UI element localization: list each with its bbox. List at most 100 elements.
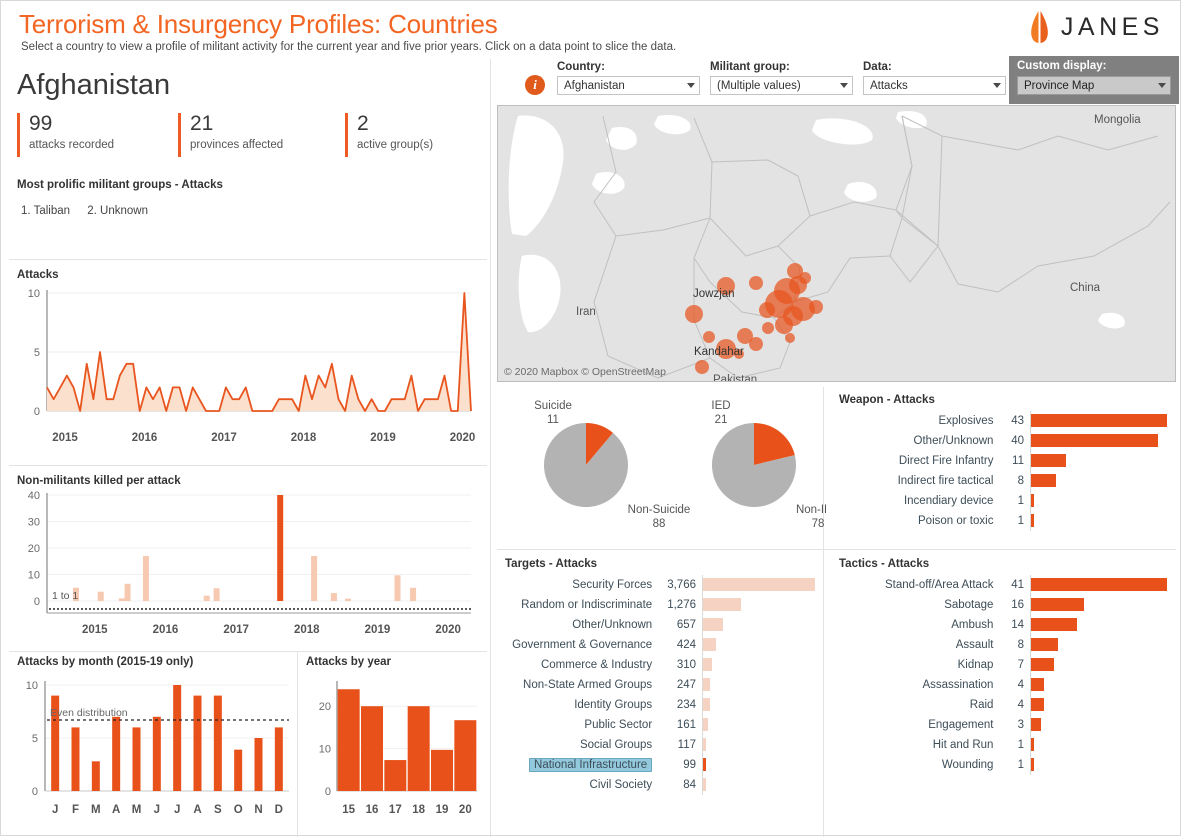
- y-tick-label: 0: [32, 786, 38, 798]
- bar-fill: [703, 758, 706, 771]
- x-tick-label: 2019: [365, 624, 391, 636]
- bar-row[interactable]: National Infrastructure 99: [499, 755, 821, 775]
- pie-slice-value: 78: [812, 518, 825, 530]
- bar-row[interactable]: Assault 8: [833, 635, 1173, 655]
- bar-fill: [703, 618, 723, 631]
- map-bubble: [685, 305, 703, 323]
- kpi-provinces-affected-value: 21: [190, 112, 214, 135]
- bar-label: Poison or toxic: [918, 515, 994, 527]
- bar: [112, 716, 121, 791]
- map-bubble: [762, 322, 774, 334]
- bar-row[interactable]: Engagement 3: [833, 715, 1173, 735]
- bar: [337, 689, 360, 791]
- attacks-by-month-chart[interactable]: 0510J F M A M J J A S O N DEven distribution: [7, 673, 293, 831]
- prolific-group-1[interactable]: 1. Taliban: [21, 205, 70, 217]
- pie-slice-value: 21: [715, 414, 728, 426]
- info-icon[interactable]: i: [525, 75, 545, 95]
- kpi-active-groups-label: active group(s): [357, 139, 434, 151]
- bar-fill: [703, 778, 706, 791]
- attacks-by-year-title: Attacks by year: [306, 656, 392, 668]
- militant-group-select[interactable]: (Multiple values): [710, 76, 853, 95]
- bar-row[interactable]: Indirect fire tactical 8: [833, 471, 1173, 491]
- bar: [394, 575, 401, 601]
- bar-track: [702, 655, 821, 675]
- map-bubble: [749, 337, 763, 351]
- bar-value: 43: [1011, 415, 1024, 427]
- bar-fill: [1031, 758, 1035, 771]
- bar-fill: [703, 698, 710, 711]
- country-select[interactable]: Afghanistan: [557, 76, 700, 95]
- bar-row[interactable]: Hit and Run 1: [833, 735, 1173, 755]
- bar-row[interactable]: Security Forces 3,766: [499, 575, 821, 595]
- map-label-mongolia: Mongolia: [1094, 114, 1141, 126]
- province-map[interactable]: © 2020 Mapbox © OpenStreetMap Mongolia Ch…: [497, 105, 1176, 382]
- reference-line-label: Even distribution: [50, 707, 128, 719]
- bar-label: Social Groups: [579, 739, 653, 751]
- bar-label: Commerce & Industry: [540, 659, 653, 671]
- bar: [213, 588, 220, 601]
- bar-row[interactable]: Incendiary device 1: [833, 491, 1173, 511]
- map-label-china: China: [1070, 282, 1101, 294]
- attacks-monthly-chart[interactable]: 0 5 10 2015 2016 2017 2018 2019 2020: [9, 283, 479, 453]
- bar: [407, 706, 430, 791]
- kpi-row: 99 attacks recorded 21 provinces affecte…: [17, 113, 477, 159]
- x-tick-label: N: [254, 804, 262, 816]
- map-bubble: [809, 300, 823, 314]
- bar-row[interactable]: Ambush 14: [833, 615, 1173, 635]
- attacks-by-year-chart[interactable]: 0 10 20 15 16 17 18 19 20: [305, 673, 483, 831]
- bar-label: Government & Governance: [512, 639, 653, 651]
- bar-row[interactable]: Stand-off/Area Attack 41: [833, 575, 1173, 595]
- bar-row[interactable]: Other/Unknown 40: [833, 431, 1173, 451]
- bar-fill: [1031, 678, 1045, 691]
- weapon-attacks-title: Weapon - Attacks: [839, 394, 935, 406]
- bar-row[interactable]: Poison or toxic 1: [833, 511, 1173, 531]
- bar-label: Identity Groups: [574, 699, 653, 711]
- bar-row[interactable]: Assassination 4: [833, 675, 1173, 695]
- country-filter: Country: Afghanistan: [557, 61, 700, 95]
- bar-row[interactable]: Social Groups 117: [499, 735, 821, 755]
- bar: [410, 587, 417, 601]
- bar-row[interactable]: Identity Groups 234: [499, 695, 821, 715]
- attacks-by-month-title: Attacks by month (2015-19 only): [17, 656, 194, 668]
- country-select-value: Afghanistan: [564, 79, 625, 92]
- bar-row[interactable]: Other/Unknown 657: [499, 615, 821, 635]
- bar-row[interactable]: Explosives 43: [833, 411, 1173, 431]
- bar-label: Raid: [969, 699, 994, 711]
- bar-row[interactable]: Government & Governance 424: [499, 635, 821, 655]
- x-tick-label: 20: [459, 804, 472, 816]
- bar-fill: [1031, 638, 1058, 651]
- section-divider: [9, 465, 487, 466]
- bar-row[interactable]: Civil Society 84: [499, 775, 821, 795]
- bar-fill: [1031, 494, 1035, 507]
- bar-label: Random or Indiscriminate: [521, 599, 653, 611]
- bar-value: 8: [1017, 639, 1024, 651]
- bar-value: 1: [1017, 739, 1024, 751]
- nonmilitants-killed-chart[interactable]: 0 10 20 30 40 1 to 1 2015 2016 2017 2018 2019 2020: [9, 489, 479, 641]
- bar-row[interactable]: Commerce & Industry 310: [499, 655, 821, 675]
- x-tick-label: 2015: [82, 624, 108, 636]
- bar: [311, 555, 318, 601]
- x-tick-label: M: [91, 804, 101, 816]
- nonmilitants-chart-title: Non-militants killed per attack: [17, 475, 181, 487]
- prolific-group-2[interactable]: 2. Unknown: [87, 205, 148, 217]
- bar-row[interactable]: Wounding 1: [833, 755, 1173, 775]
- bar-row[interactable]: Direct Fire Infantry 11: [833, 451, 1173, 471]
- data-select[interactable]: Attacks: [863, 76, 1006, 95]
- bar-value: 8: [1017, 475, 1024, 487]
- custom-display-value: Province Map: [1024, 79, 1095, 92]
- bar-row[interactable]: Kidnap 7: [833, 655, 1173, 675]
- bar-track: [702, 695, 821, 715]
- bar-track: [1030, 655, 1173, 675]
- suicide-ied-pie-charts[interactable]: Suicide 11 Non-Suicide 88 IED 21 Non-IED 78: [496, 393, 826, 551]
- x-tick-label: 2018: [291, 432, 317, 444]
- kpi-provinces-affected: 21 provinces affected: [178, 113, 283, 157]
- bar-row[interactable]: Sabotage 16: [833, 595, 1173, 615]
- bar-row[interactable]: Non-State Armed Groups 247: [499, 675, 821, 695]
- custom-display-select[interactable]: Province Map: [1017, 76, 1171, 95]
- x-tick-label: 16: [366, 804, 379, 816]
- bar-row[interactable]: Random or Indiscriminate 1,276: [499, 595, 821, 615]
- bar-label: Indirect fire tactical: [897, 475, 994, 487]
- y-tick-label: 0: [34, 596, 40, 608]
- bar-row[interactable]: Public Sector 161: [499, 715, 821, 735]
- bar-row[interactable]: Raid 4: [833, 695, 1173, 715]
